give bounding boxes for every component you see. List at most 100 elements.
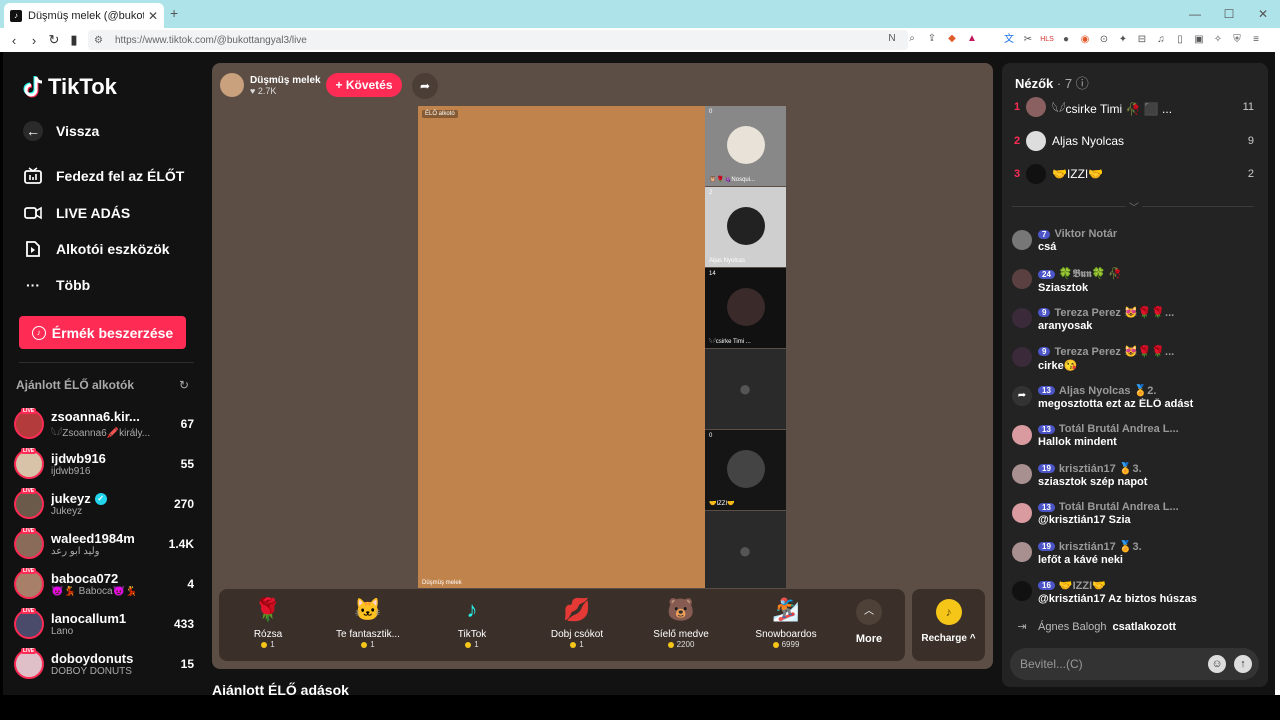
refresh-icon[interactable]: ↻ <box>179 378 189 392</box>
sidebar-toggle-icon[interactable]: ▯ <box>1173 33 1187 47</box>
message-user[interactable]: Tereza Perez 😻🌹🌹... <box>1054 306 1174 319</box>
gift-item[interactable]: 💋 Dobj csókot 1 <box>532 595 622 649</box>
avatar[interactable] <box>1012 425 1032 445</box>
creator-item[interactable]: LIVE baboca072 😈💃 Baboca😈💃 4 <box>14 566 194 602</box>
share-icon[interactable]: ➦ <box>412 73 438 99</box>
viewer-avatar <box>1026 164 1046 184</box>
back-arrow-icon[interactable]: ‹ <box>4 33 24 48</box>
nav-more[interactable]: ··· Több <box>23 274 90 296</box>
message-user[interactable]: 🤝IZZI🤝 <box>1059 579 1106 592</box>
message-user[interactable]: Totál Brutál Andrea L... <box>1059 423 1179 435</box>
back-link[interactable]: ← Vissza <box>23 120 99 142</box>
close-window-button[interactable]: ✕ <box>1246 0 1280 28</box>
puzzle-extension-icon[interactable]: ✦ <box>1116 33 1130 47</box>
gift-bar: 🌹 Rózsa 1 🐱 Te fantasztik... 1 ♪ TikTok … <box>219 589 905 661</box>
address-bar[interactable]: ⚙ https://www.tiktok.com/@bukottangyal3/… <box>88 30 908 50</box>
minimize-button[interactable]: — <box>1178 0 1212 28</box>
message-user[interactable]: Viktor Notár <box>1054 228 1117 240</box>
follow-button[interactable]: + Követés <box>326 73 402 97</box>
chat-input[interactable] <box>1020 657 1208 671</box>
gift-item[interactable]: 🐻 Síelő medve 2200 <box>636 595 726 649</box>
tools-extension-icon[interactable]: ✂ <box>1021 33 1035 47</box>
browser-tab[interactable]: ♪ Düşmüş melek (@bukottangyal3 ✕ <box>4 3 164 28</box>
message-user[interactable]: Tereza Perez 😻🌹🌹... <box>1054 345 1174 358</box>
reader-extension-icon[interactable]: ⊟ <box>1135 33 1149 47</box>
more-gifts-button[interactable]: ︿ More <box>847 599 891 645</box>
nav-live[interactable]: LIVE ADÁS <box>23 202 130 224</box>
guest-tile[interactable]: 14 𓆩𓆪csirke Timi ... <box>705 268 786 348</box>
brave-shield-icon[interactable]: ◆ <box>945 32 959 46</box>
guest-tile-empty[interactable]: ● <box>705 349 786 429</box>
tiktok-logo[interactable]: TikTok <box>22 74 117 100</box>
message-user[interactable]: krisztián17 🏅3. <box>1059 540 1142 553</box>
menu-icon[interactable]: ≡ <box>1249 33 1263 47</box>
new-tab-icon[interactable]: + <box>170 5 178 21</box>
avatar[interactable] <box>1012 503 1032 523</box>
nav-explore-live[interactable]: Fedezd fel az ÉLŐT <box>23 165 184 187</box>
avatar[interactable] <box>1012 269 1032 289</box>
bookmark-icon[interactable]: ▮ <box>64 32 84 48</box>
message-user[interactable]: 🍀𝕭𝖚𝖓🍀 🥀 <box>1059 267 1122 281</box>
gift-price-row: 2200 <box>636 640 726 649</box>
forward-arrow-icon[interactable]: › <box>24 33 44 48</box>
avatar[interactable] <box>1012 347 1032 367</box>
translate-extension-icon[interactable]: 文 <box>1002 33 1016 47</box>
message-user[interactable]: Aljas Nyolcas 🏅2. <box>1059 384 1156 397</box>
video-owner-name: Düşmüş melek <box>422 580 462 586</box>
media-icon[interactable]: ♫ <box>1154 33 1168 47</box>
zoom-icon[interactable]: ⌕ <box>905 32 919 46</box>
translate-off-icon[interactable]: N <box>885 32 899 46</box>
site-settings-icon[interactable]: ⚙ <box>94 35 103 46</box>
wallet-icon[interactable]: ▣ <box>1192 33 1206 47</box>
page-scrollbar[interactable] <box>1275 52 1280 695</box>
screenshot-extension-icon[interactable]: ⊙ <box>1097 33 1111 47</box>
brave-rewards-icon[interactable]: ▲ <box>965 32 979 46</box>
message-text: aranyosak <box>1038 320 1093 332</box>
avatar[interactable] <box>1012 308 1032 328</box>
creator-item[interactable]: LIVE waleed1984m وليد ابو رعد 1.4K <box>14 526 194 562</box>
vpn-icon[interactable]: ⛨ <box>1230 33 1244 47</box>
tab-title: Düşmüş melek (@bukottangyal3 <box>28 9 144 22</box>
avatar[interactable] <box>1012 230 1032 250</box>
guest-tile[interactable]: 0 🤝IZZI🤝 <box>705 430 786 510</box>
share-page-icon[interactable]: ⇪ <box>925 32 939 46</box>
recharge-button[interactable]: ♪ Recharge ^ <box>912 589 985 661</box>
avatar[interactable] <box>1012 542 1032 562</box>
info-icon[interactable]: ⓘ <box>1076 76 1089 91</box>
guest-tile-empty[interactable]: ● <box>705 511 786 588</box>
message-user[interactable]: Totál Brutál Andrea L... <box>1059 501 1179 513</box>
creator-item[interactable]: LIVE jukeyz ✓ Jukeyz 270 <box>14 486 194 522</box>
emoji-icon[interactable]: ☺ <box>1208 655 1226 673</box>
gift-item[interactable]: 🏂 Snowboardos 6999 <box>741 595 831 649</box>
top-viewer[interactable]: 1 𓆩𓆪csirke Timi 🥀 ⬛ ... 11 <box>1014 96 1254 118</box>
host-info[interactable]: Düşmüş melek ♥ 2.7K <box>220 71 321 99</box>
creator-item[interactable]: LIVE doboydonuts DOBOY DONUTS 15 <box>14 646 194 682</box>
gift-item[interactable]: 🐱 Te fantasztik... 1 <box>323 595 413 649</box>
avatar[interactable] <box>1012 464 1032 484</box>
send-arrow-icon[interactable]: ↑ <box>1234 655 1252 673</box>
message-user[interactable]: krisztián17 🏅3. <box>1059 462 1142 475</box>
download-extension-icon[interactable]: ● <box>1059 33 1073 47</box>
creator-item[interactable]: LIVE lanocallum1 Lano 433 <box>14 606 194 642</box>
color-extension-icon[interactable]: ◉ <box>1078 33 1092 47</box>
guest-tile[interactable]: 2 Aljas Nyolcas <box>705 187 786 267</box>
chevron-down-icon[interactable]: ﹀ <box>1126 199 1142 214</box>
reload-icon[interactable]: ↻ <box>44 32 64 48</box>
creator-item[interactable]: LIVE ijdwb916 ijdwb916 55 <box>14 446 194 482</box>
top-viewer[interactable]: 3 🤝IZZI🤝 2 <box>1014 163 1254 185</box>
guest-tile[interactable]: 0 🦉🌹🍇Nosqui... <box>705 106 786 186</box>
top-viewer[interactable]: 2 Aljas Nyolcas 9 <box>1014 130 1254 152</box>
creator-item[interactable]: LIVE zsoanna6.kir... 𓆩𓆪Zsoanna6🖍️király..… <box>14 406 194 442</box>
gift-item[interactable]: 🌹 Rózsa 1 <box>223 595 313 649</box>
joined-user[interactable]: Ágnes Balogh <box>1038 621 1107 633</box>
get-coins-button[interactable]: ♪ Érmék beszerzése <box>19 316 186 349</box>
avatar[interactable] <box>1012 581 1032 601</box>
host-avatar[interactable] <box>220 73 244 97</box>
leo-ai-icon[interactable]: ✧ <box>1211 33 1225 47</box>
nav-creator-tools[interactable]: Alkotói eszközök <box>23 238 170 260</box>
maximize-button[interactable]: ☐ <box>1212 0 1246 28</box>
tab-close-icon[interactable]: ✕ <box>148 9 158 23</box>
main-video[interactable]: ÉLŐ alkotó Düşmüş melek <box>418 106 705 588</box>
gift-item[interactable]: ♪ TikTok 1 <box>427 595 517 649</box>
hls-extension-icon[interactable]: HLS <box>1040 33 1054 47</box>
